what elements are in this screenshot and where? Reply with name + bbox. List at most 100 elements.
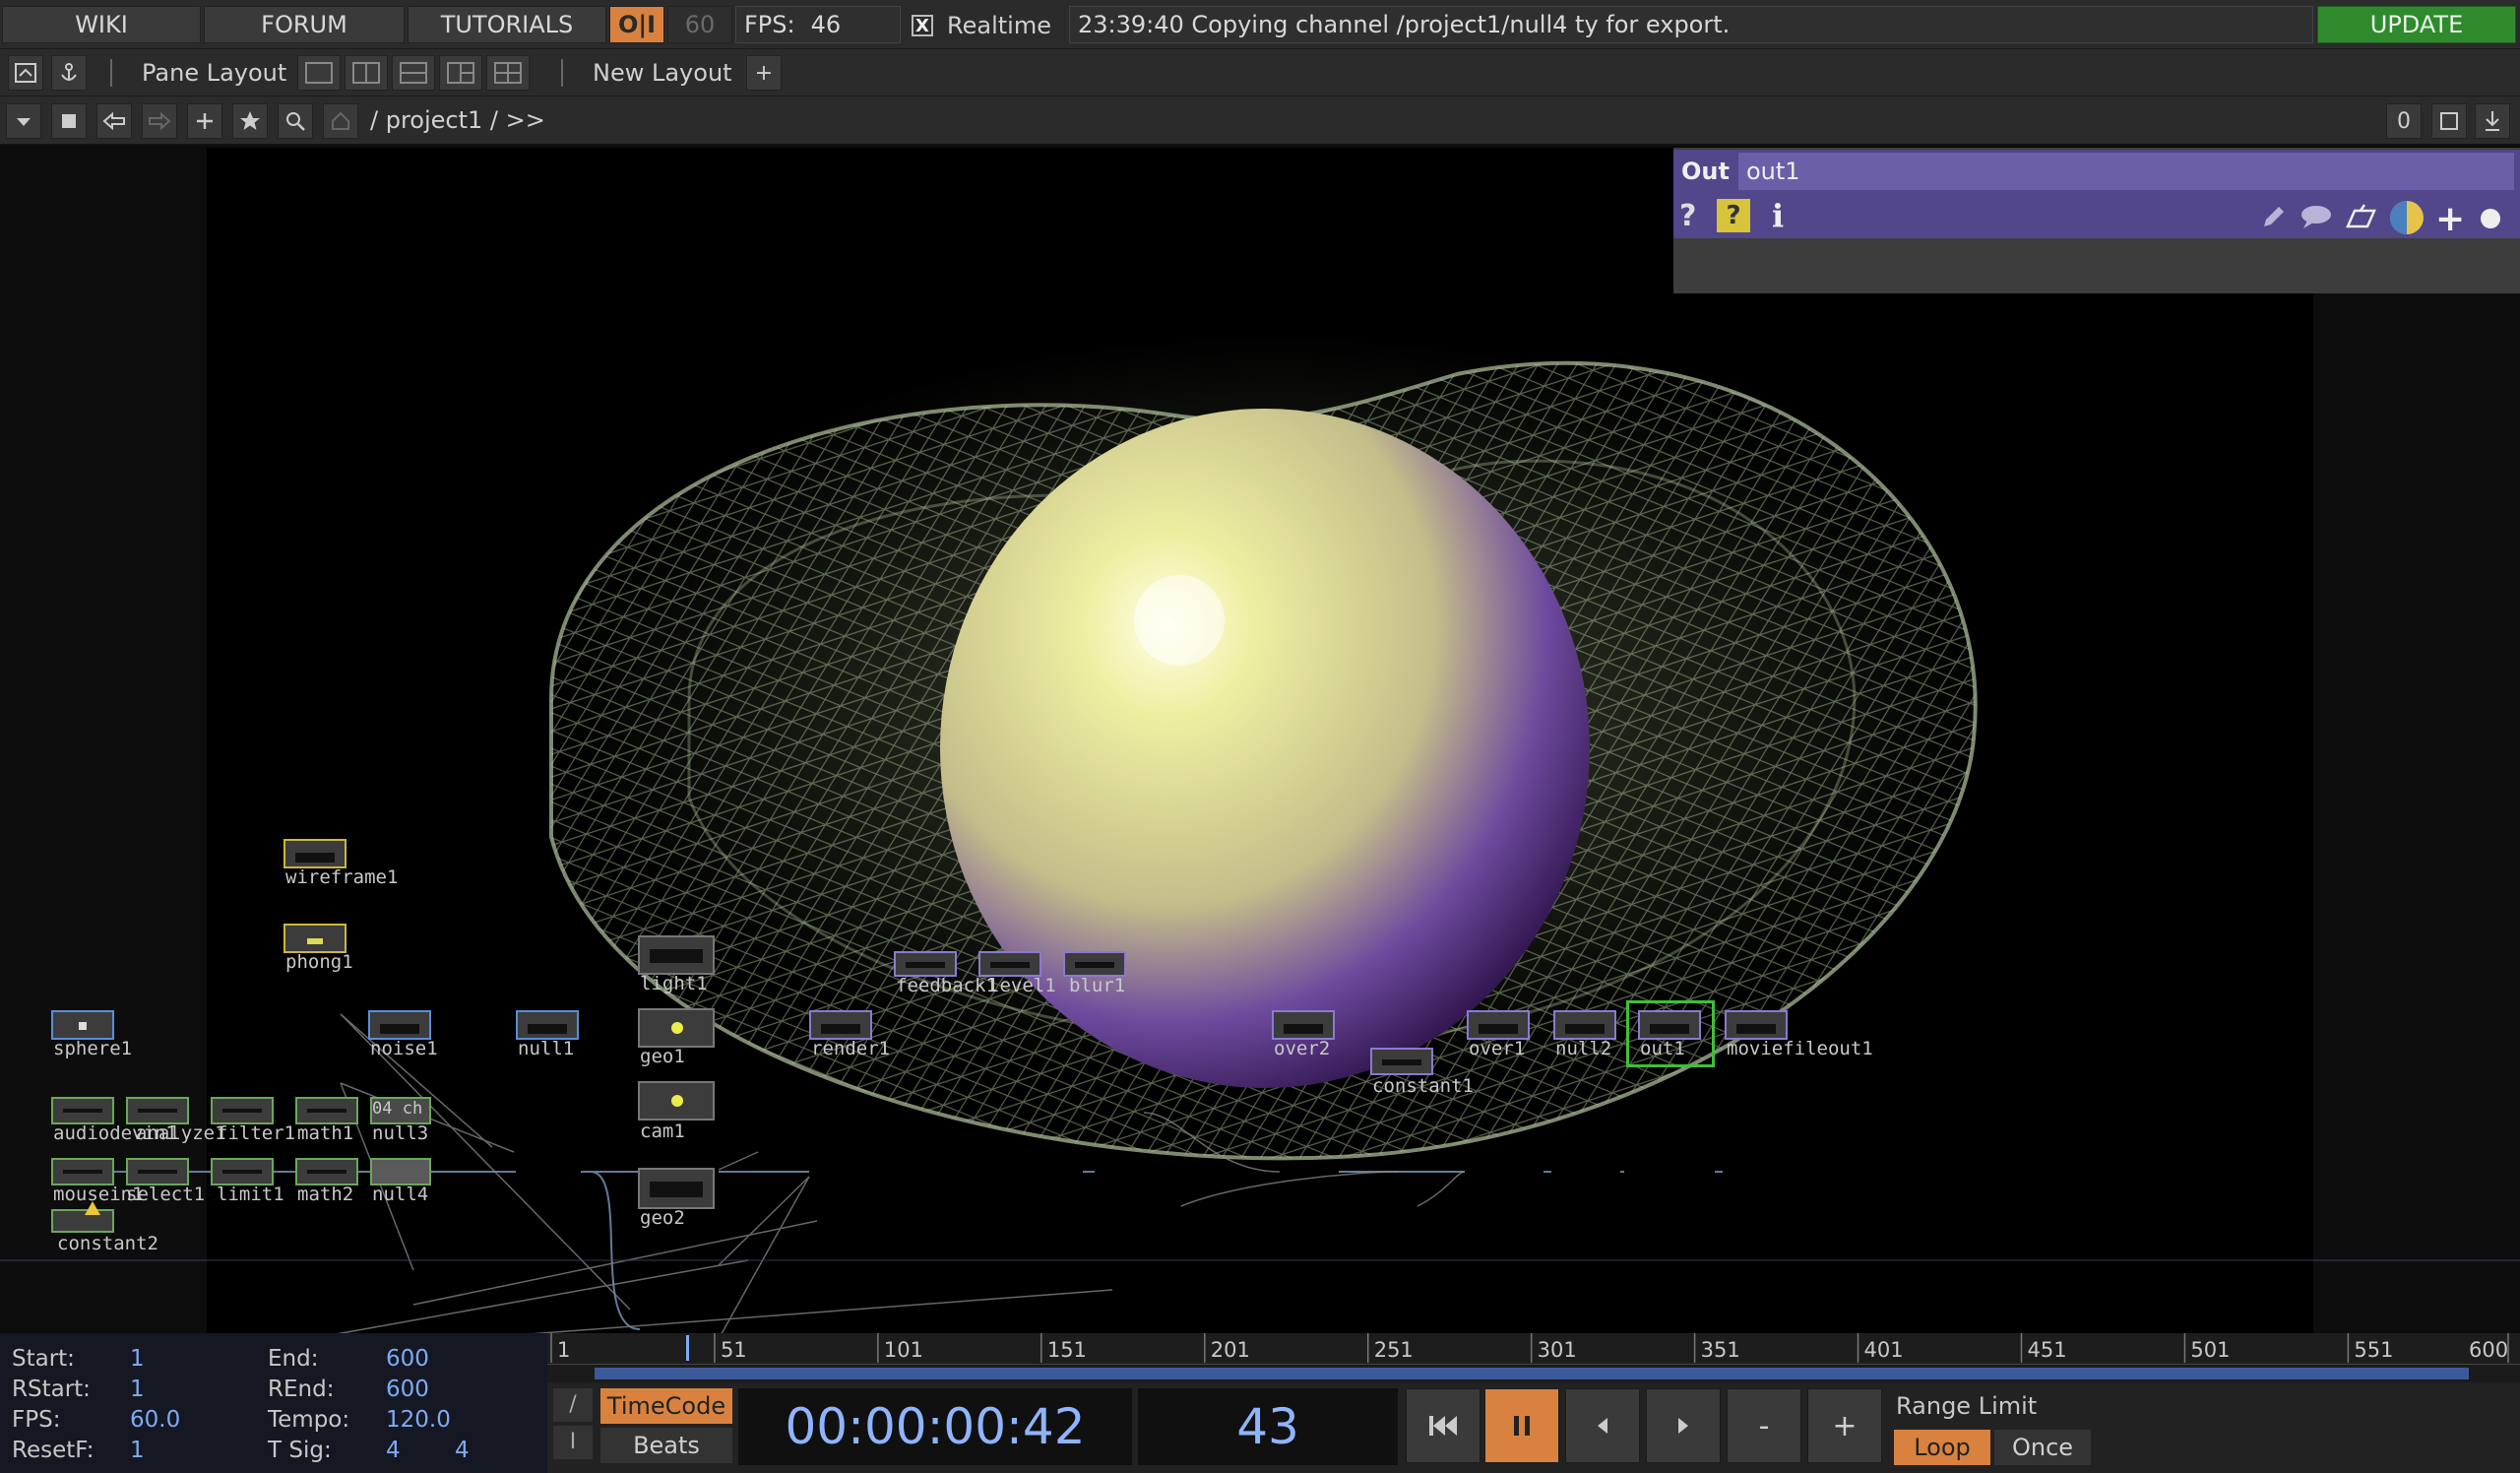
node-mousein[interactable]	[51, 1158, 114, 1185]
comment-icon[interactable]	[2300, 203, 2333, 234]
maximize-icon[interactable]	[2431, 103, 2467, 139]
slash-toggle[interactable]: /	[553, 1388, 593, 1422]
node-constant1[interactable]	[1370, 1048, 1433, 1075]
rend-value[interactable]: 600	[386, 1377, 429, 1402]
range-bar[interactable]	[595, 1368, 2469, 1379]
node-null1[interactable]	[516, 1010, 579, 1040]
home-icon[interactable]	[323, 103, 358, 139]
node-moviefileout1[interactable]	[1725, 1010, 1788, 1040]
clone-icon[interactable]	[2345, 203, 2376, 234]
timecode-toggle[interactable]: TimeCode	[600, 1388, 732, 1424]
node-constant2[interactable]	[51, 1209, 114, 1233]
node-blur1[interactable]	[1063, 951, 1126, 977]
node-wireframe1[interactable]	[284, 839, 346, 868]
node-feedback1[interactable]	[894, 951, 957, 977]
star-icon[interactable]	[232, 103, 268, 139]
bar-toggle[interactable]: I	[553, 1426, 593, 1459]
start-value[interactable]: 1	[130, 1346, 145, 1372]
rend-label: REnd:	[268, 1377, 335, 1402]
back-arrow-icon[interactable]	[96, 103, 132, 139]
chevron-down-icon[interactable]	[6, 103, 41, 139]
breadcrumb[interactable]: / project1 / >>	[370, 106, 545, 134]
tsig-denominator[interactable]: 4	[455, 1438, 470, 1463]
node-label: noise1	[370, 1038, 438, 1059]
node-render1[interactable]	[809, 1010, 872, 1040]
node-light1[interactable]	[638, 935, 715, 975]
once-toggle[interactable]: Once	[1994, 1430, 2091, 1465]
node-null2[interactable]	[1553, 1010, 1616, 1040]
node-level1[interactable]	[978, 951, 1041, 977]
increment-button[interactable]: +	[1807, 1388, 1882, 1463]
realtime-checkbox[interactable]: X	[912, 15, 933, 36]
ruler-tick-label: 551	[2354, 1338, 2393, 1362]
perform-mode-toggle[interactable]: O|I	[609, 6, 664, 43]
step-back-icon[interactable]	[1565, 1388, 1640, 1463]
node-over2[interactable]	[1272, 1010, 1335, 1040]
beats-toggle[interactable]: Beats	[600, 1428, 732, 1463]
node-noise1[interactable]	[368, 1010, 431, 1040]
add-icon[interactable]: +	[2435, 199, 2465, 239]
operator-name-field[interactable]: out1	[1738, 153, 2514, 190]
node-sphere1[interactable]	[51, 1010, 114, 1040]
warning-icon[interactable]	[85, 1201, 100, 1215]
node-analyze1[interactable]	[126, 1097, 189, 1124]
tsig-numerator[interactable]: 4	[386, 1438, 401, 1463]
info-icon[interactable]: i	[1772, 197, 1784, 234]
import-icon[interactable]	[2475, 103, 2510, 139]
node-math1[interactable]	[295, 1097, 358, 1124]
python-help-icon[interactable]: ?	[1717, 199, 1750, 232]
record-dot-icon[interactable]	[2481, 209, 2500, 228]
add-operator-icon[interactable]	[187, 103, 222, 139]
playhead-marker[interactable]	[686, 1335, 689, 1361]
rewind-to-start-icon[interactable]	[1406, 1388, 1480, 1463]
ruler-tick-label: 251	[1374, 1338, 1414, 1362]
anchor-icon[interactable]	[51, 55, 87, 91]
tempo-value[interactable]: 120.0	[386, 1407, 451, 1433]
end-value[interactable]: 600	[386, 1346, 429, 1372]
help-icon[interactable]: ?	[1679, 199, 1696, 233]
search-icon[interactable]	[278, 103, 313, 139]
counter-field[interactable]: 0	[2386, 103, 2422, 139]
node-phong1[interactable]	[284, 924, 346, 953]
tutorials-button[interactable]: TUTORIALS	[408, 6, 606, 43]
update-button[interactable]: UPDATE	[2317, 6, 2516, 43]
wiki-button[interactable]: WIKI	[2, 6, 201, 43]
forward-arrow-icon[interactable]	[142, 103, 177, 139]
timecode-display[interactable]: 00:00:00:42	[738, 1388, 1132, 1465]
layout-split-vertical-icon[interactable]	[345, 55, 388, 91]
stop-icon[interactable]	[51, 103, 87, 139]
node-select1[interactable]	[126, 1158, 189, 1185]
node-geo2[interactable]	[638, 1168, 715, 1209]
add-layout-button[interactable]: +	[746, 55, 782, 91]
node-null4[interactable]	[370, 1158, 431, 1185]
resetf-value[interactable]: 1	[130, 1438, 145, 1463]
rstart-value[interactable]: 1	[130, 1377, 145, 1402]
step-forward-icon[interactable]	[1646, 1388, 1721, 1463]
fps-target-field[interactable]: 60	[667, 6, 732, 43]
pause-icon[interactable]	[1484, 1388, 1559, 1463]
node-math2[interactable]	[295, 1158, 358, 1185]
realtime-label: Realtime	[947, 12, 1051, 39]
node-over1[interactable]	[1467, 1010, 1530, 1040]
edit-pencil-icon[interactable]	[2260, 203, 2288, 234]
node-cam1[interactable]	[638, 1081, 715, 1121]
node-label: null3	[372, 1122, 429, 1144]
layout-three-pane-icon[interactable]	[439, 55, 482, 91]
loop-toggle[interactable]: Loop	[1894, 1430, 1990, 1465]
frame-display[interactable]: 43	[1138, 1388, 1398, 1465]
node-geo1[interactable]	[638, 1008, 715, 1048]
ruler-tick-label: 451	[2027, 1338, 2066, 1362]
decrement-button[interactable]: -	[1727, 1388, 1801, 1463]
layout-split-horizontal-icon[interactable]	[392, 55, 435, 91]
network-editor[interactable]: wireframe1 phong1 sphere1 noise1 null1 l…	[0, 148, 2520, 1333]
pane-up-icon[interactable]	[8, 55, 43, 91]
layout-single-icon[interactable]	[297, 55, 341, 91]
node-limit1[interactable]	[211, 1158, 274, 1185]
node-filter1[interactable]	[211, 1097, 274, 1124]
layout-four-pane-icon[interactable]	[486, 55, 530, 91]
python-icon[interactable]	[2390, 201, 2424, 234]
node-out1[interactable]	[1638, 1010, 1701, 1040]
fps-value[interactable]: 60.0	[130, 1407, 180, 1433]
forum-button[interactable]: FORUM	[204, 6, 405, 43]
node-audiodevin[interactable]	[51, 1097, 114, 1124]
